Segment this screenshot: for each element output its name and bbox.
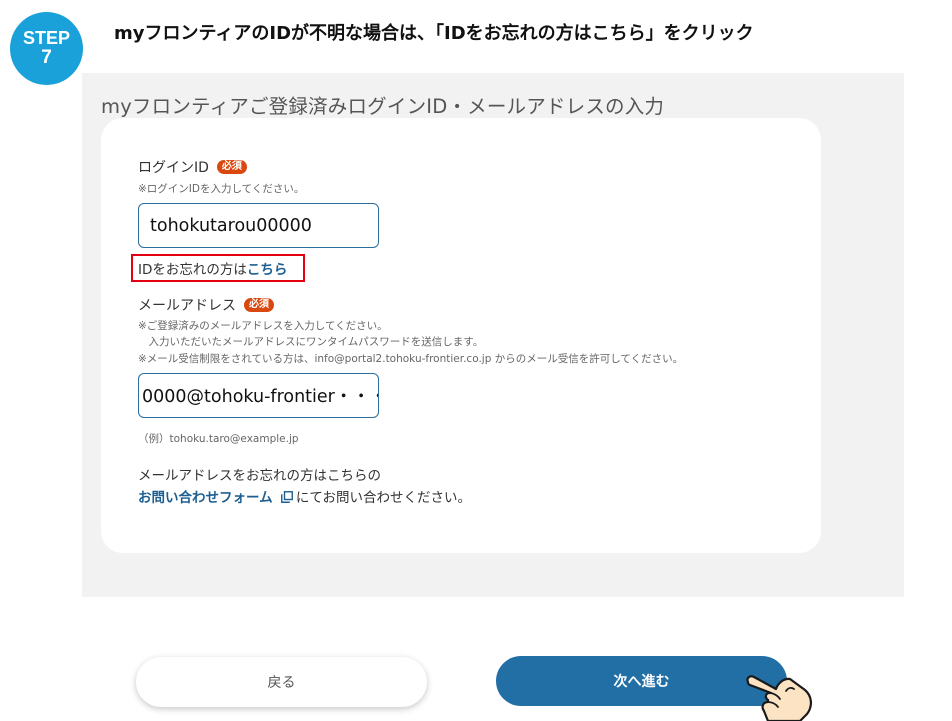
email-label-row: メールアドレス 必須 [138,295,274,315]
contact-line-2: お問い合わせフォーム にてお問い合わせください。 [138,486,471,506]
email-note: 入力いただいたメールアドレスにワンタイムパスワードを送信します。 [138,336,484,348]
email-value: 0000@tohoku-frontier・・・ [142,387,379,407]
back-button-label: 戻る [267,675,296,691]
next-button-label: 次へ進む [613,674,670,690]
forgot-id-row: IDをお忘れの方は こちら [131,254,305,282]
contact-form-link[interactable]: お問い合わせフォーム [138,490,273,506]
required-badge: 必須 [216,160,247,174]
login-id-note: ※ログインIDを入力してください。 [138,183,305,195]
pointing-hand-icon [746,675,812,721]
contact-line-1: メールアドレスをお忘れの方はこちらの [138,468,381,484]
email-note: ※ご登録済みのメールアドレスを入力してください。 [138,320,388,332]
email-example: （例）tohoku.taro@example.jp [138,433,299,445]
login-id-input[interactable]: tohokutarou00000 [138,203,379,248]
step-number: 7 [41,46,52,68]
email-input[interactable]: 0000@tohoku-frontier・・・ [138,373,379,418]
form-title: myフロンティアご登録済みログインID・メールアドレスの入力 [101,95,665,118]
instruction-headline: myフロンティアのIDが不明な場合は、「IDをお忘れの方はこちら」をクリック [114,23,754,44]
forgot-id-text: IDをお忘れの方は [138,262,247,278]
contact-line-suffix: にてお問い合わせください。 [295,490,472,506]
email-label: メールアドレス [138,298,236,314]
forgot-id-link[interactable]: こちら [247,258,288,278]
email-note: ※メール受信制限をされている方は、info@portal2.tohoku-fro… [138,353,684,365]
step-badge: STEP 7 [10,12,83,85]
external-window-icon[interactable] [280,491,293,503]
login-id-value: tohokutarou00000 [150,215,312,236]
required-badge: 必須 [244,298,274,312]
back-button[interactable]: 戻る [136,657,427,707]
step-label: STEP [22,28,70,49]
login-id-label: ログインID [138,160,209,176]
login-id-label-row: ログインID 必須 [138,157,247,177]
